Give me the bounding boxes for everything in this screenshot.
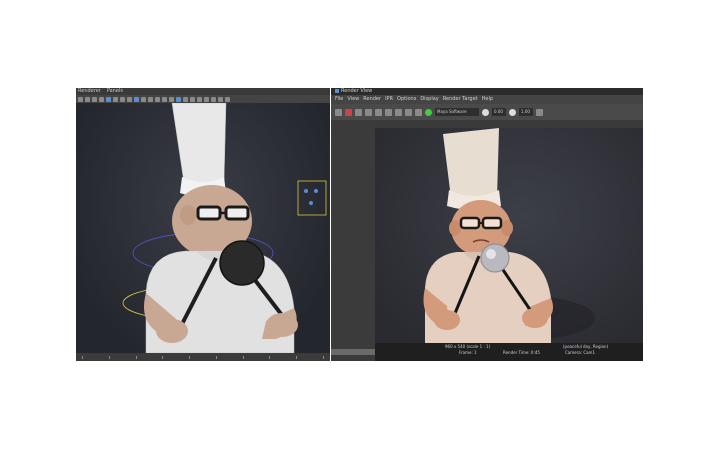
lights-icon[interactable] [162,96,167,102]
wireframe-on-shaded-icon[interactable] [148,96,153,102]
render-status-bar: 960 x 540 (scale 1 : 1) (peaceful day, R… [375,343,643,361]
time-tick [322,355,324,359]
time-tick [296,355,298,359]
rgb-channels-icon[interactable] [385,108,392,116]
menu-render[interactable]: Render [363,95,381,104]
isolate-select-icon[interactable] [176,96,181,102]
frame-text: Frame: 1 [459,350,477,355]
render-view-title: Render View [341,88,373,94]
menu-display[interactable]: Display [420,95,438,104]
render-info-line-1: 960 x 540 (scale 1 : 1) (peaceful day, R… [375,344,643,349]
gamma-field[interactable]: 1.00 [519,108,533,116]
film-gate-icon[interactable] [113,96,118,102]
menu-renderer[interactable]: Renderer [78,88,101,95]
gamma-icon[interactable] [225,96,230,102]
smooth-shade-icon[interactable] [141,96,146,102]
render-size-text: 960 x 540 (scale 1 : 1) [445,344,491,349]
time-tick [269,355,271,359]
time-tick [189,355,191,359]
exposure-field[interactable]: 0.00 [492,108,506,116]
gamma-icon [509,108,516,116]
ipr-render-icon[interactable] [365,108,372,116]
wireframe-icon[interactable] [134,96,139,102]
snapshot-icon[interactable] [355,108,362,116]
time-tick [215,355,217,359]
ambient-occlusion-icon[interactable] [197,96,202,102]
motion-blur-icon[interactable] [204,96,209,102]
render-time-text: Render Time: 0:45 [503,350,540,355]
modeling-viewport[interactable]: Renderer Panels [76,88,330,361]
render-view-titlebar: Render View [331,88,643,95]
redo-render-icon[interactable] [335,108,342,116]
viewport-canvas[interactable] [76,103,330,353]
xray-joints-icon[interactable] [190,96,195,102]
shadows-icon[interactable] [169,96,174,102]
chef-character-render [423,128,595,348]
time-tick [242,355,244,359]
menu-ipr[interactable]: IPR [385,95,393,104]
anti-aliasing-icon[interactable] [211,96,216,102]
menu-render-target[interactable]: Render Target [443,95,478,104]
render-view-icon [335,88,339,93]
time-tick [82,355,83,359]
depth-of-field-icon[interactable] [218,96,223,102]
menu-panels[interactable]: Panels [107,88,123,95]
keep-image-icon[interactable] [415,108,422,116]
refresh-ipr-icon[interactable] [375,108,382,116]
rendered-image [375,128,643,348]
render-region-icon[interactable] [345,108,352,116]
render-view-menubar: File View Render IPR Options Display Ren… [331,95,643,104]
viewport-menubar: Renderer Panels [76,88,330,95]
render-view-side-panel [331,120,375,349]
gate-mask-icon[interactable] [127,96,132,102]
render-view-window[interactable]: Render View File View Render IPR Options… [331,88,643,361]
image-plane-icon[interactable] [99,96,104,102]
render-region-text: (peaceful day, Region) [563,344,609,349]
viewport-toolbar [76,95,330,103]
real-size-icon[interactable] [405,108,412,116]
time-tick [108,355,110,359]
bookmarks-icon[interactable] [92,96,97,102]
select-camera-icon[interactable] [78,96,83,102]
menu-file[interactable]: File [335,95,343,104]
menu-options[interactable]: Options [397,95,416,104]
chef-character-wireframe [122,103,327,353]
renderer-select[interactable]: Maya Software [435,108,479,116]
time-tick [135,355,137,359]
render-info-line-2: Frame: 1 Render Time: 0:45 Camera: Cam1 [375,350,643,355]
camera-attributes-icon[interactable] [85,96,90,102]
camera-text: Camera: Cam1 [565,350,596,355]
exposure-icon [482,108,489,116]
display-image-icon[interactable] [425,108,432,116]
grid-icon[interactable] [106,96,111,102]
time-tick [162,355,164,359]
xray-icon[interactable] [183,96,188,102]
resolution-gate-icon[interactable] [120,96,125,102]
menu-help[interactable]: Help [482,95,493,104]
alpha-channel-icon[interactable] [395,108,402,116]
color-management-icon[interactable] [536,108,543,116]
render-view-toolbar: Maya Software 0.00 1.00 [331,104,643,120]
time-slider[interactable] [76,353,330,361]
textured-icon[interactable] [155,96,160,102]
menu-view[interactable]: View [347,95,359,104]
